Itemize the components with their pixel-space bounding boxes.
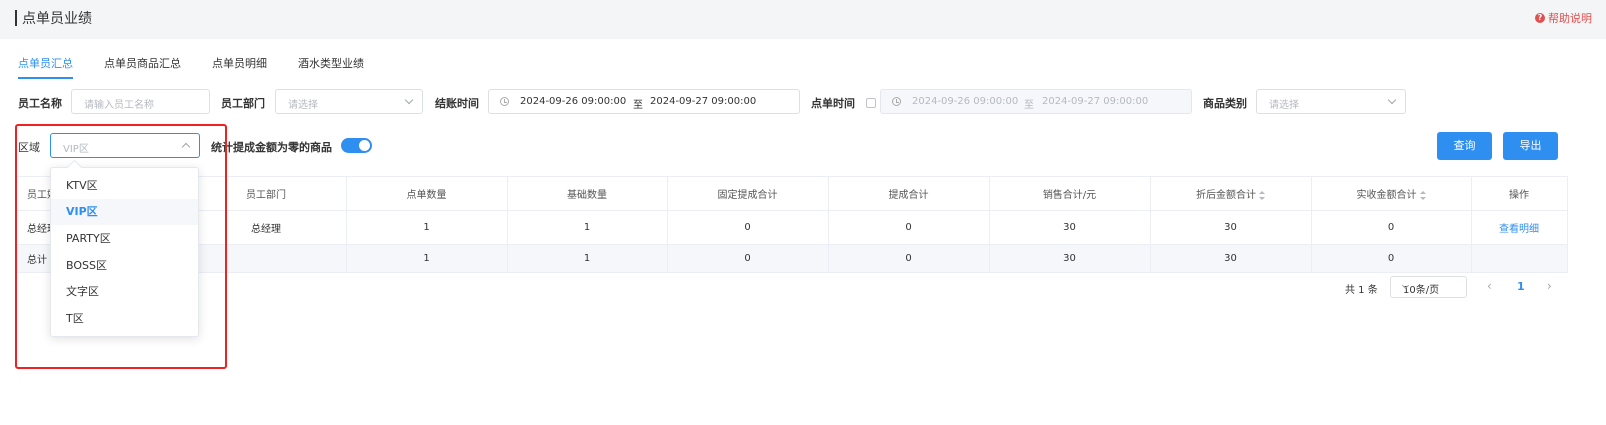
- total-dept: [186, 244, 347, 273]
- col-header-commission: 提成合计: [828, 176, 990, 211]
- checkout-start: 2024-09-26 09:00:00: [520, 96, 627, 107]
- cell-sales: 30: [989, 210, 1151, 245]
- title-accent-bar: [15, 10, 17, 26]
- cell-comm: 0: [828, 210, 990, 245]
- cell-dept: 总经理: [186, 210, 347, 245]
- chevron-up-icon: [181, 142, 191, 152]
- total-action: [1471, 244, 1568, 273]
- category-label: 商品类别: [1203, 97, 1247, 110]
- pagination-total: 共 1 条: [1345, 285, 1378, 296]
- tab-order-staff-product-summary[interactable]: 点单员商品汇总: [104, 55, 181, 79]
- page-size-select[interactable]: 10条/页: [1390, 276, 1467, 298]
- performance-table: 员工姓 员工部门 点单数量 基础数量 固定提成合计 提成合计 销售合计/元 折后…: [17, 176, 1568, 273]
- area-option-t[interactable]: T区: [51, 306, 198, 332]
- area-dropdown-menu: KTV区 VIP区 PARTY区 BOSS区 文字区 T区: [50, 167, 199, 337]
- checkout-end: 2024-09-27 09:00:00: [650, 96, 757, 107]
- area-label: 区域: [18, 141, 40, 154]
- clock-icon: [892, 97, 901, 106]
- col-header-department: 员工部门: [186, 176, 347, 211]
- department-select[interactable]: 请选择: [275, 89, 423, 114]
- col-header-received-label: 实收金额合计: [1356, 190, 1417, 201]
- department-label: 员工部门: [221, 97, 265, 110]
- tab-order-staff-detail[interactable]: 点单员明细: [212, 55, 267, 79]
- area-placeholder: VIP区: [63, 144, 89, 155]
- employee-name-label: 员工名称: [18, 97, 62, 110]
- total-comm: 0: [828, 244, 990, 273]
- tab-order-staff-summary[interactable]: 点单员汇总: [18, 55, 73, 79]
- zero-commission-toggle[interactable]: [341, 138, 372, 153]
- col-header-received[interactable]: 实收金额合计: [1311, 176, 1472, 211]
- question-icon: ?: [1535, 13, 1545, 23]
- help-label: 帮助说明: [1548, 12, 1592, 25]
- order-time-checkbox[interactable]: [866, 98, 876, 108]
- chevron-left-icon[interactable]: ‹: [1487, 279, 1492, 293]
- cell-action: 查看明细: [1471, 210, 1568, 245]
- query-button[interactable]: 查询: [1437, 132, 1492, 160]
- sort-icon[interactable]: [1259, 190, 1265, 200]
- area-option-boss[interactable]: BOSS区: [51, 253, 198, 279]
- cell-order-qty: 1: [346, 210, 508, 245]
- clock-icon: [500, 97, 509, 106]
- checkout-time-label: 结账时间: [435, 97, 479, 110]
- area-option-vip[interactable]: VIP区: [51, 199, 198, 225]
- total-order-qty: 1: [346, 244, 508, 273]
- page-title: 点单员业绩: [22, 11, 92, 27]
- total-received: 0: [1311, 244, 1472, 273]
- toggle-knob: [359, 140, 370, 151]
- export-button[interactable]: 导出: [1503, 132, 1558, 160]
- cell-fixed-comm: 0: [667, 210, 829, 245]
- order-separator: 至: [1024, 100, 1034, 111]
- total-discounted: 30: [1150, 244, 1312, 273]
- category-placeholder: 请选择: [1269, 100, 1299, 111]
- table-row: 总经理 总经理 1 1 0 0 30 30 0 查看明细: [17, 210, 1568, 245]
- checkout-time-range[interactable]: 2024-09-26 09:00:00 至 2024-09-27 09:00:0…: [488, 89, 800, 114]
- order-end: 2024-09-27 09:00:00: [1042, 96, 1149, 107]
- checkout-separator: 至: [633, 100, 643, 111]
- tab-bar: 点单员汇总 点单员商品汇总 点单员明细 酒水类型业绩: [18, 55, 395, 79]
- cell-discounted: 30: [1150, 210, 1312, 245]
- page-number-current[interactable]: 1: [1517, 280, 1525, 293]
- area-option-ktv[interactable]: KTV区: [51, 173, 198, 199]
- employee-name-placeholder: 请输入员工名称: [84, 100, 154, 111]
- chevron-down-icon: [1387, 95, 1397, 105]
- total-sales: 30: [989, 244, 1151, 273]
- area-select[interactable]: VIP区: [50, 133, 200, 158]
- employee-name-input[interactable]: 请输入员工名称: [71, 89, 210, 114]
- category-select[interactable]: 请选择: [1256, 89, 1406, 114]
- col-header-discounted-label: 折后金额合计: [1196, 190, 1256, 201]
- table-header-row: 员工姓 员工部门 点单数量 基础数量 固定提成合计 提成合计 销售合计/元 折后…: [17, 176, 1568, 211]
- order-time-label: 点单时间: [811, 97, 855, 110]
- total-fixed-comm: 0: [667, 244, 829, 273]
- col-header-order-qty: 点单数量: [346, 176, 508, 211]
- tab-drink-type-performance[interactable]: 酒水类型业绩: [298, 55, 364, 79]
- title-bar: 点单员业绩 ? 帮助说明: [0, 0, 1606, 39]
- page-size-value: 10条/页: [1403, 285, 1440, 296]
- help-link[interactable]: ? 帮助说明: [1535, 10, 1592, 26]
- view-detail-link[interactable]: 查看明细: [1499, 224, 1539, 235]
- sort-icon[interactable]: [1419, 190, 1426, 200]
- total-base-qty: 1: [507, 244, 668, 273]
- col-header-base-qty: 基础数量: [507, 176, 668, 211]
- order-start: 2024-09-26 09:00:00: [912, 96, 1019, 107]
- chevron-right-icon[interactable]: ›: [1547, 279, 1552, 293]
- zero-commission-label: 统计提成金额为零的商品: [211, 141, 332, 154]
- area-option-text[interactable]: 文字区: [51, 279, 198, 305]
- cell-base-qty: 1: [507, 210, 668, 245]
- order-time-range: 2024-09-26 09:00:00 至 2024-09-27 09:00:0…: [880, 89, 1192, 114]
- col-header-sales: 销售合计/元: [989, 176, 1151, 211]
- chevron-down-icon: [404, 95, 414, 105]
- col-header-discounted[interactable]: 折后金额合计: [1150, 176, 1312, 211]
- main-panel: 点单员汇总 点单员商品汇总 点单员明细 酒水类型业绩 员工名称 请输入员工名称 …: [0, 39, 1606, 425]
- table-total-row: 总计 1 1 0 0 30 30 0: [17, 244, 1568, 273]
- department-placeholder: 请选择: [288, 100, 318, 111]
- area-option-party[interactable]: PARTY区: [51, 226, 198, 252]
- cell-received: 0: [1311, 210, 1472, 245]
- col-header-fixed-commission: 固定提成合计: [667, 176, 829, 211]
- col-header-action: 操作: [1471, 176, 1568, 211]
